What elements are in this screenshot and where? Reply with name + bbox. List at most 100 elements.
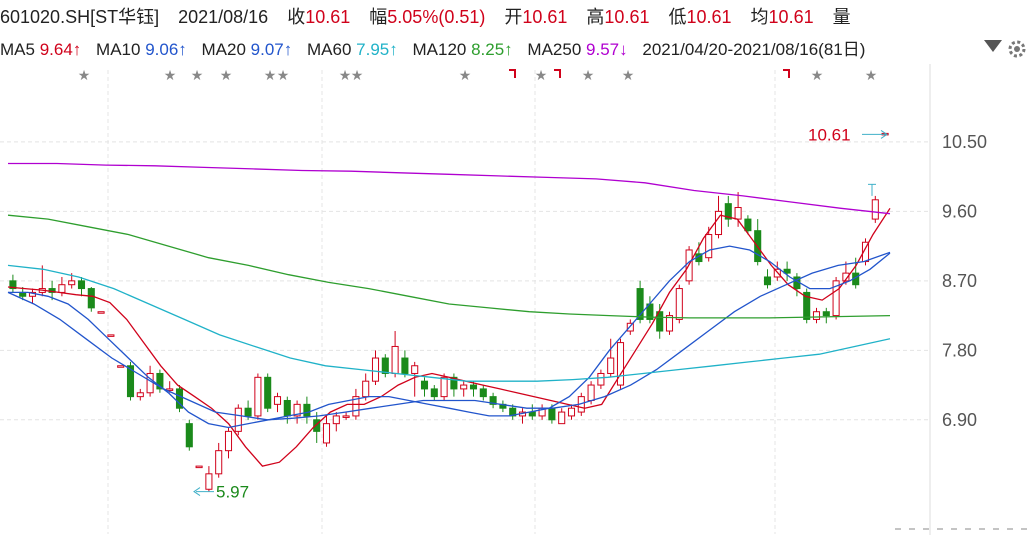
star-icon: ★: [865, 68, 878, 84]
ma60-value: 7.95↑: [356, 40, 398, 59]
candle-body: [401, 357, 409, 374]
low-value: 10.61: [686, 7, 732, 27]
candle-body: [371, 357, 380, 382]
star-icon: ★: [339, 68, 352, 84]
ma5-label: MA5: [0, 40, 35, 59]
flag-icon: [509, 69, 516, 78]
date-range: 2021/04/20-2021/08/16(81日): [642, 40, 866, 59]
candle-body: [391, 345, 399, 374]
avg-value: 10.61: [768, 7, 814, 27]
low-annotation: 5.97: [216, 483, 249, 502]
quote-header: 601020.SH[ST华钰] 2021/08/16 收10.61 幅5.05%…: [0, 0, 1032, 34]
star-icon: ★: [582, 68, 595, 84]
star-icon: ★: [622, 68, 635, 84]
kline-chart: 10.509.608.707.806.90★ ★ ★ ★ ★ ★ ★ ★ ★ ★ ★ ★ ★ ★10.61…: [0, 64, 1030, 535]
change-label: 幅: [369, 7, 388, 27]
ma10-label: MA10: [96, 40, 141, 59]
y-tick-label: 10.50: [942, 132, 987, 152]
candle-body: [411, 365, 419, 374]
high-value: 10.61: [604, 7, 650, 27]
candle-body: [224, 430, 233, 452]
candle-body: [420, 380, 429, 390]
candle-body: [332, 415, 340, 425]
star-icon: ★: [164, 68, 177, 84]
star-icon: ★: [535, 68, 548, 84]
candle-body: [322, 423, 331, 444]
ma-legend: MA5 9.64↑ MA10 9.06↑ MA20 9.07↑ MA60 7.9…: [0, 36, 1032, 64]
y-tick-label: 9.60: [942, 201, 977, 221]
ma250-line: [8, 162, 891, 215]
open-value: 10.61: [522, 7, 568, 27]
open-label: 开: [504, 7, 523, 27]
candle-body: [107, 334, 115, 337]
candle-body: [273, 396, 282, 405]
candle-body: [136, 392, 144, 398]
candle-body: [303, 403, 311, 417]
candle-body: [342, 415, 350, 418]
gear-icon[interactable]: [1006, 38, 1028, 60]
candle-body: [97, 311, 105, 314]
candle-body: [558, 411, 566, 425]
candle-body: [283, 399, 291, 417]
ma250-label: MA250: [527, 40, 582, 59]
ma10-value: 9.06↑: [145, 40, 187, 59]
candle-body: [87, 288, 95, 309]
candle-body: [254, 376, 262, 417]
candle-body: [58, 284, 66, 293]
chevron-down-icon[interactable]: [984, 40, 1002, 52]
star-icon: ★: [277, 68, 290, 84]
candle-body: [744, 218, 752, 232]
close-value: 10.61: [305, 7, 351, 27]
ma20-label: MA20: [201, 40, 246, 59]
candle-body: [244, 407, 252, 417]
candle-body: [460, 384, 468, 390]
flag-icon: [783, 69, 790, 78]
ma60-label: MA60: [307, 40, 352, 59]
low-label: 低: [668, 7, 687, 27]
candle-body: [205, 473, 213, 490]
flag-icon: [554, 69, 561, 78]
ma5-value: 9.64↑: [39, 40, 82, 59]
candle-body: [607, 357, 615, 374]
candle-body: [548, 407, 556, 421]
candle-body: [68, 280, 76, 286]
star-icon: ★: [220, 68, 233, 84]
y-tick-label: 6.90: [942, 410, 977, 430]
ma120-label: MA120: [412, 40, 467, 59]
candle-body: [812, 311, 821, 320]
volume-label: 量: [832, 7, 851, 27]
high-annotation: 10.61: [808, 125, 851, 144]
candle-body: [362, 380, 370, 398]
candle-body: [763, 276, 772, 286]
star-icon: ★: [78, 68, 91, 84]
ma250-value: 9.57↓: [586, 40, 628, 59]
candle-body: [430, 388, 438, 398]
ma120-value: 8.25↑: [471, 40, 513, 59]
candle-body: [528, 411, 536, 417]
change-value: 5.05%(0.51): [387, 7, 486, 27]
candle-body: [381, 357, 389, 374]
quote-date: 2021/08/16: [178, 7, 269, 27]
high-label: 高: [586, 7, 605, 27]
candle-body: [871, 199, 879, 220]
candle-body: [567, 407, 576, 417]
candle-body: [822, 311, 830, 317]
candle-body: [675, 288, 683, 320]
candle-body: [587, 384, 595, 401]
candle-body: [597, 372, 605, 386]
star-icon: ★: [264, 68, 277, 84]
ma5-line: [7, 207, 891, 467]
y-tick-label: 7.80: [942, 340, 977, 360]
ma20-value: 9.07↑: [250, 40, 293, 59]
star-icon: ★: [811, 68, 824, 84]
avg-label: 均: [750, 7, 769, 27]
candle-body: [734, 207, 742, 220]
star-icon: ★: [351, 68, 364, 84]
candle-body: [705, 234, 713, 259]
close-label: 收: [287, 7, 306, 27]
candle-body: [195, 465, 203, 469]
candle-body: [215, 450, 223, 475]
y-tick-label: 8.70: [942, 271, 977, 291]
candle-body: [234, 407, 242, 432]
candle-body: [440, 376, 448, 398]
